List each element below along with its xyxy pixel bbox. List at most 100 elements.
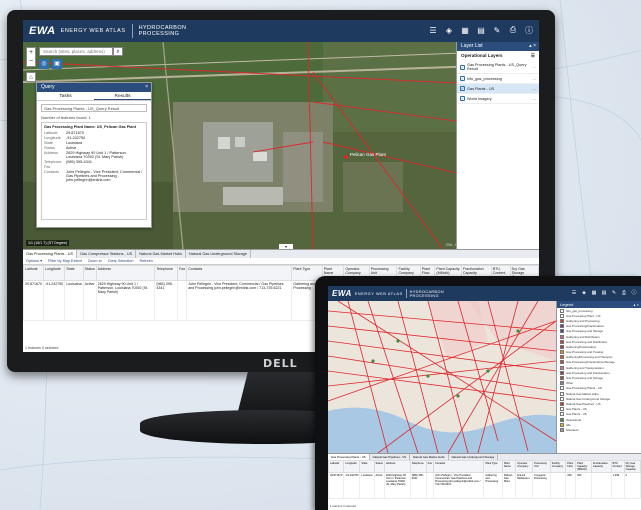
column-header[interactable]: State — [64, 265, 84, 281]
table-cell: Active — [82, 280, 97, 321]
info-icon[interactable]: ⓘ — [523, 24, 535, 36]
column-header[interactable]: State — [359, 460, 375, 473]
legend-label: hifu_gas_processing — [566, 308, 593, 313]
tab-tasks[interactable]: Tasks — [37, 92, 94, 100]
checkbox-icon[interactable]: ✓ — [460, 76, 465, 81]
list-icon[interactable]: ☰ — [427, 24, 439, 36]
subtitle-line-2: PROCESSING — [409, 293, 439, 298]
column-header[interactable]: Latitude — [328, 460, 345, 473]
layers-icon[interactable]: ◈ — [580, 289, 588, 297]
layer-item[interactable]: ✓ World Imagery … — [457, 94, 539, 104]
column-header[interactable]: Dry Gas Storage Capacity — [623, 460, 641, 473]
home-icon[interactable]: ⌂ — [26, 72, 36, 82]
table-tab[interactable]: Gas Processing Plants - US — [23, 250, 78, 258]
table-tab[interactable]: Natural Gas Underground Storage — [186, 250, 251, 258]
column-header[interactable]: Telephone — [154, 265, 179, 281]
column-header[interactable]: Status — [373, 460, 385, 473]
field-key: State — [44, 141, 53, 145]
grid-icon[interactable]: ▦ — [590, 289, 598, 297]
more-options-icon[interactable]: … — [532, 77, 536, 81]
zoom-in-button[interactable]: + — [27, 48, 35, 57]
table-cell: 0 — [623, 472, 641, 499]
close-icon[interactable]: ▴ × — [634, 301, 639, 308]
checkbox-icon[interactable]: ✓ — [460, 64, 465, 70]
legend-label: Operational — [566, 417, 581, 422]
more-options-icon[interactable]: … — [532, 65, 536, 69]
column-header[interactable]: Address — [95, 265, 156, 281]
column-header[interactable]: Facility Company — [549, 460, 567, 473]
column-header[interactable]: Longitude — [42, 265, 66, 281]
list-icon[interactable]: ☰ — [570, 289, 578, 297]
table-tab[interactable]: Gas Processing Plants - US — [328, 454, 370, 460]
print-icon[interactable]: ⎙ — [620, 289, 628, 297]
search-icon[interactable]: ⌕ — [113, 47, 123, 56]
grid-icon[interactable]: ▦ — [459, 24, 471, 36]
column-header[interactable]: BTU Content — [610, 460, 625, 473]
column-header[interactable]: Address — [383, 460, 411, 473]
legend-symbol — [560, 391, 564, 396]
table-toolbar-button[interactable]: Refresh — [140, 258, 153, 264]
column-header[interactable]: Plant Type — [483, 460, 503, 473]
more-options-icon[interactable]: … — [532, 87, 536, 91]
column-header[interactable]: Fax — [425, 460, 434, 473]
checkbox-icon[interactable]: ✓ — [460, 96, 465, 101]
measure-icon[interactable]: ▣ — [52, 59, 62, 69]
edit-icon[interactable]: ✎ — [491, 24, 503, 36]
column-header[interactable]: Operator Company — [515, 460, 533, 473]
record-fields: Latitude 29.871670 Longitude -91.242750 Stat… — [44, 131, 144, 182]
table-toolbar-button[interactable]: Filter by Map Extent — [48, 258, 82, 264]
layers-icon[interactable]: ◈ — [443, 24, 455, 36]
column-header[interactable]: Status — [82, 265, 97, 281]
table-tab[interactable]: Natural Gas Underground Storage — [449, 454, 499, 460]
table-cell — [590, 472, 612, 499]
close-icon[interactable]: × — [145, 83, 148, 92]
column-header[interactable]: Plant Flow — [565, 460, 577, 473]
legend-label: Gas Processing and Fractionation — [566, 370, 610, 375]
column-header[interactable]: Processing Unit — [531, 460, 551, 473]
field-key: Latitude — [44, 131, 58, 135]
locate-icon[interactable]: ◎ — [39, 59, 49, 69]
info-icon[interactable]: ⓘ — [630, 289, 638, 297]
tab-results[interactable]: Results — [94, 92, 151, 100]
zoom-out-button[interactable]: − — [27, 57, 35, 66]
basemap-icon[interactable]: ▤ — [475, 24, 487, 36]
table-tab[interactable]: Natural Gas Market Hubs — [136, 250, 187, 258]
checkbox-icon[interactable]: ✓ — [460, 86, 465, 91]
more-options-icon[interactable]: … — [532, 97, 536, 101]
layer-item[interactable]: ✓ Gas Plants - US … — [457, 84, 539, 94]
tablet-map-view[interactable] — [328, 301, 556, 453]
table-tab[interactable]: Natural Gas Pipelines - US — [370, 454, 411, 460]
column-header[interactable]: Fax — [177, 265, 188, 281]
record-field: Longitude -91.242750 — [44, 136, 144, 140]
column-header[interactable]: Plant Capacity (MMcfd) — [575, 460, 592, 473]
result-layer-select[interactable]: Gas Processing Plants - US_Query Result — [41, 104, 147, 112]
table-tab[interactable]: Natural Gas Market Hubs — [410, 454, 449, 460]
column-header[interactable]: Longitude — [343, 460, 361, 473]
layer-name: Gas Plants - US — [467, 86, 495, 91]
legend-symbol — [560, 422, 564, 427]
column-header[interactable]: Latitude — [23, 265, 44, 281]
table-toolbar-button[interactable]: Options ▾ — [26, 258, 42, 264]
menu-icon[interactable]: ☰ — [531, 53, 535, 59]
search-input[interactable]: Search (sites, places, address) — [39, 47, 113, 56]
print-icon[interactable]: ⎙ — [507, 24, 519, 36]
legend-label: Gas Plants - US — [566, 407, 587, 412]
column-header[interactable]: Plant Name — [501, 460, 517, 473]
layer-item[interactable]: ✓ hifu_gas_processing… — [457, 74, 539, 84]
table-row[interactable]: 29.871670 -91.242750 Louisiana Active 2629 H… — [328, 472, 641, 499]
column-header[interactable]: Fractionation Capacity — [590, 460, 612, 473]
table-tab[interactable]: Gas Compressor Stations - US — [77, 250, 137, 258]
legend-symbol — [560, 344, 564, 349]
table-toolbar-button[interactable]: Clear Selection — [108, 258, 134, 264]
result-record[interactable]: Gas Processing Plant Name: US_Pelican Ga… — [41, 122, 147, 220]
basemap-icon[interactable]: ▤ — [600, 289, 608, 297]
table-toolbar-button[interactable]: Zoom to — [88, 258, 102, 264]
edit-icon[interactable]: ✎ — [610, 289, 618, 297]
layer-name: World Imagery — [467, 96, 492, 101]
close-icon[interactable]: ▴ × — [529, 42, 536, 51]
layer-item[interactable]: ✓ Gas Processing Plants - US_Query Result… — [457, 61, 539, 74]
column-header[interactable]: Contacts — [186, 265, 293, 281]
legend-symbol — [560, 401, 564, 406]
column-header[interactable]: Contacts — [432, 460, 485, 473]
column-header[interactable]: Telephone — [409, 460, 427, 473]
